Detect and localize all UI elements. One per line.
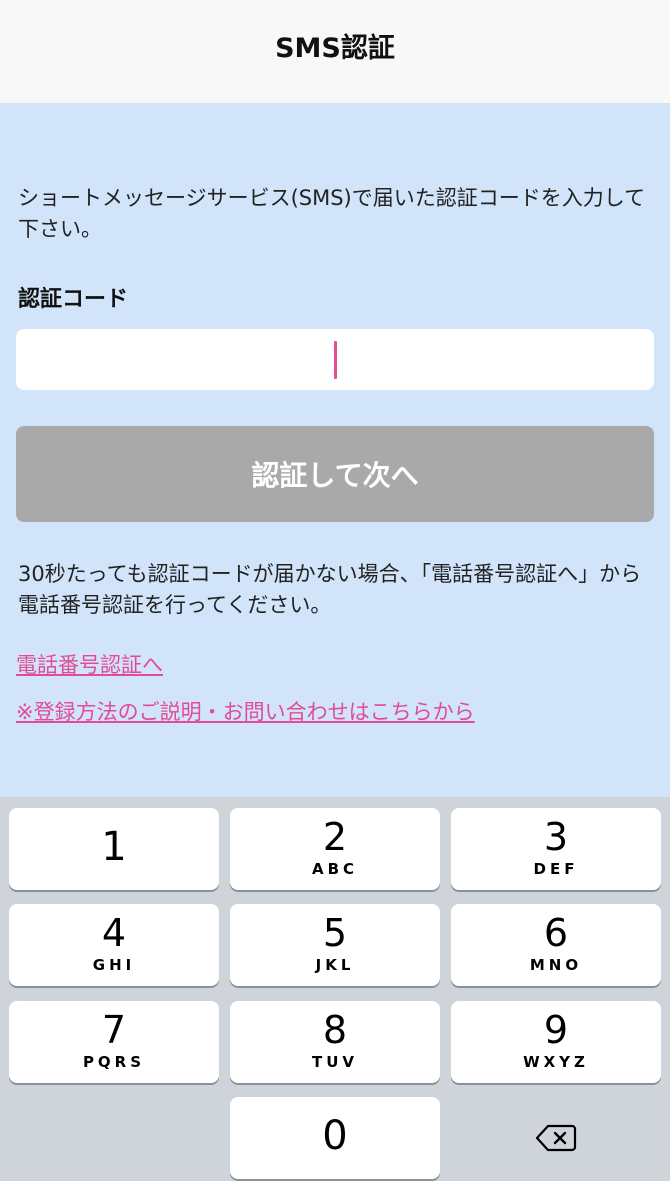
key-0[interactable]: 0 bbox=[230, 1097, 440, 1179]
key-letters: DEF bbox=[533, 860, 579, 878]
key-letters: GHI bbox=[92, 956, 136, 974]
key-digit: 7 bbox=[101, 1008, 127, 1052]
delete-key[interactable] bbox=[451, 1097, 661, 1179]
key-letters: WXYZ bbox=[523, 1053, 589, 1071]
key-6[interactable]: 6 MNO bbox=[451, 904, 661, 986]
sms-auth-form: ショートメッセージサービス(SMS)で届いた認証コードを入力して下さい。 認証コ… bbox=[0, 103, 670, 797]
key-letters: PQRS bbox=[82, 1053, 146, 1071]
key-digit: 1 bbox=[101, 824, 127, 870]
key-digit: 3 bbox=[543, 815, 569, 859]
phone-auth-link[interactable]: 電話番号認証へ bbox=[16, 649, 163, 679]
key-2[interactable]: 2 ABC bbox=[230, 808, 440, 890]
key-letters: MNO bbox=[529, 956, 583, 974]
instruction-text: ショートメッセージサービス(SMS)で届いた認証コードを入力して下さい。 bbox=[18, 186, 646, 241]
key-digit: 4 bbox=[101, 911, 127, 955]
registration-help-link[interactable]: ※登録方法のご説明・お問い合わせはこちらから bbox=[16, 696, 475, 726]
page-title: SMS認証 bbox=[275, 33, 395, 64]
key-digit: 0 bbox=[322, 1113, 348, 1159]
verify-next-button[interactable]: 認証して次へ bbox=[16, 426, 654, 522]
key-letters: TUV bbox=[311, 1053, 359, 1071]
key-1[interactable]: 1 bbox=[9, 808, 219, 890]
key-8[interactable]: 8 TUV bbox=[230, 1001, 440, 1083]
key-9[interactable]: 9 WXYZ bbox=[451, 1001, 661, 1083]
backspace-icon bbox=[535, 1124, 577, 1152]
key-digit: 2 bbox=[322, 815, 348, 859]
key-7[interactable]: 7 PQRS bbox=[9, 1001, 219, 1083]
key-digit: 8 bbox=[322, 1008, 348, 1052]
key-digit: 6 bbox=[543, 911, 569, 955]
code-label: 認証コード bbox=[18, 287, 129, 312]
key-4[interactable]: 4 GHI bbox=[9, 904, 219, 986]
key-3[interactable]: 3 DEF bbox=[451, 808, 661, 890]
navigation-bar: SMS認証 bbox=[0, 0, 670, 103]
key-5[interactable]: 5 JKL bbox=[230, 904, 440, 986]
key-letters: JKL bbox=[315, 956, 355, 974]
key-digit: 5 bbox=[322, 911, 348, 955]
code-input[interactable] bbox=[16, 329, 654, 390]
help-note: 30秒たっても認証コードが届かない場合、「電話番号認証へ」から電話番号認証を行っ… bbox=[18, 562, 642, 617]
numeric-keypad: 1 2 ABC 3 DEF 4 GHI 5 JKL 6 MNO 7 PQRS 8… bbox=[0, 797, 670, 1181]
key-digit: 9 bbox=[543, 1008, 569, 1052]
key-letters: ABC bbox=[311, 860, 359, 878]
text-caret bbox=[333, 340, 337, 379]
